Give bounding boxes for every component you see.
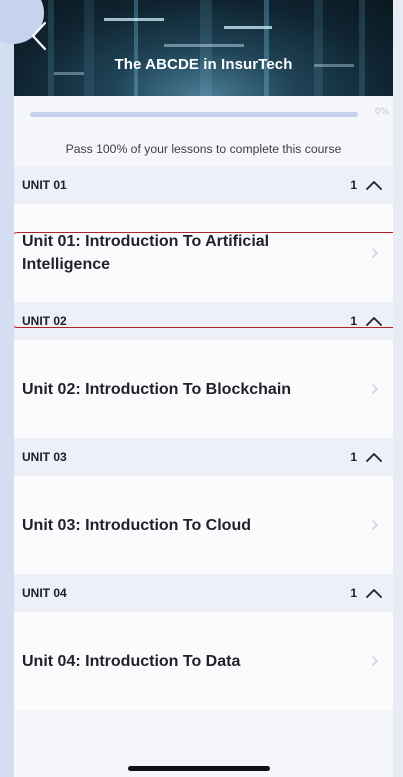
lesson-title: Unit 03: Introduction To Cloud xyxy=(22,516,251,534)
unit-lesson-count: 1 xyxy=(350,178,357,192)
progress-percent: 0% xyxy=(374,107,389,117)
progress-track xyxy=(30,112,358,117)
chevron-up-icon[interactable] xyxy=(365,451,383,463)
lesson-title: Unit 04: Introduction To Data xyxy=(22,652,241,670)
chevron-up-icon[interactable] xyxy=(365,179,383,191)
completion-hint: Pass 100% of your lessons to complete th… xyxy=(65,142,342,156)
lesson-title: Unit 02: Introduction To Blockchain xyxy=(22,380,292,398)
chevron-right-icon xyxy=(372,248,378,258)
left-gutter xyxy=(0,0,14,777)
lesson-item-unit-02[interactable]: Unit 02: Introduction To Blockchain xyxy=(14,340,393,438)
unit-lesson-count: 1 xyxy=(350,586,357,600)
chevron-right-icon xyxy=(372,656,378,666)
course-title: The ABCDE in InsurTech xyxy=(114,56,293,73)
unit-header-01[interactable]: UNIT 01 1 xyxy=(14,166,393,204)
unit-header-04[interactable]: UNIT 04 1 xyxy=(14,574,393,612)
course-screen: The ABCDE in InsurTech 0% Pass 100% of y… xyxy=(14,0,393,777)
unit-label: UNIT 03 xyxy=(22,450,67,464)
right-gutter xyxy=(393,0,403,777)
lesson-item-unit-01[interactable]: Unit 01: Introduction To Artificial Inte… xyxy=(14,204,393,302)
chevron-right-icon xyxy=(372,384,378,394)
unit-header-02[interactable]: UNIT 02 1 xyxy=(14,302,393,340)
lesson-item-unit-03[interactable]: Unit 03: Introduction To Cloud xyxy=(14,476,393,574)
lesson-item-unit-04[interactable]: Unit 04: Introduction To Data xyxy=(14,612,393,710)
unit-lesson-count: 1 xyxy=(350,314,357,328)
unit-label: UNIT 02 xyxy=(22,314,67,328)
unit-label: UNIT 01 xyxy=(22,178,67,192)
chevron-up-icon[interactable] xyxy=(365,315,383,327)
chevron-right-icon xyxy=(372,520,378,530)
unit-header-03[interactable]: UNIT 03 1 xyxy=(14,438,393,476)
home-indicator[interactable] xyxy=(128,766,270,771)
lesson-title: Unit 01: Introduction To Artificial Inte… xyxy=(22,233,270,273)
unit-label: UNIT 04 xyxy=(22,586,67,600)
back-button[interactable] xyxy=(24,16,54,56)
unit-lesson-count: 1 xyxy=(350,450,357,464)
course-hero-banner: The ABCDE in InsurTech xyxy=(14,0,393,96)
chevron-left-icon xyxy=(31,21,47,51)
course-progress: 0% xyxy=(14,96,393,132)
chevron-up-icon[interactable] xyxy=(365,587,383,599)
